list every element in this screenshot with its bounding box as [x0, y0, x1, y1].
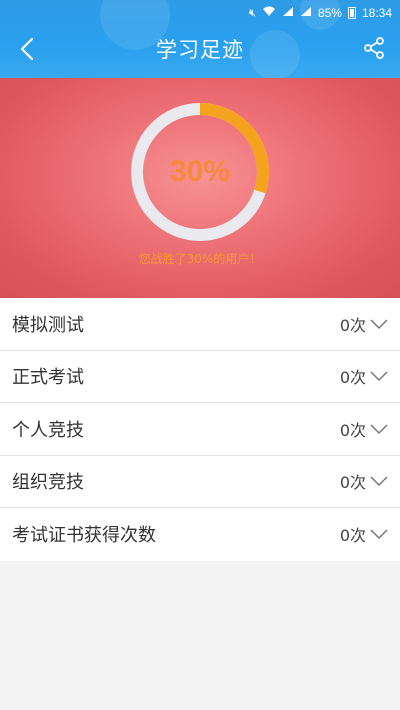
list-item-formal-exam[interactable]: 正式考试 0次 [0, 351, 400, 403]
signal-3g-icon [282, 6, 294, 20]
chevron-down-icon [370, 424, 388, 434]
list-item-label: 正式考试 [12, 367, 84, 389]
chevron-down-icon [370, 476, 388, 487]
clock: 18:34 [361, 6, 392, 20]
status-bar: 🔇︎ 85% 18:34 [249, 4, 392, 22]
list-item-certificates[interactable]: 考试证书获得次数 0次 [0, 508, 400, 561]
wifi-icon [262, 6, 276, 20]
list-item-count: 0次 [339, 526, 366, 546]
list-item-value: 0次 [340, 469, 388, 493]
chevron-down-icon [370, 371, 388, 382]
list-item-value: 0次 [340, 364, 388, 388]
progress-percent: 30% [169, 155, 231, 188]
mute-icon: 🔇︎ [249, 6, 256, 19]
list-item-count: 0次 [339, 473, 366, 493]
chevron-down-icon [370, 529, 388, 540]
share-button[interactable] [360, 34, 388, 62]
list-item-value: 0次 [340, 522, 388, 546]
list-item-label: 模拟测试 [12, 314, 84, 336]
list-item-value: 0次 [340, 417, 388, 441]
signal-4g-icon [300, 6, 312, 20]
battery-icon [347, 7, 356, 19]
list-item-count: 0次 [339, 315, 366, 335]
battery-percent: 85% [317, 6, 342, 20]
list-item-mock-test[interactable]: 模拟测试 0次 [0, 298, 400, 351]
chevron-down-icon [370, 319, 388, 329]
chevron-left-icon [20, 37, 34, 61]
stats-list: 模拟测试 0次 正式考试 0次 个人竞技 0次 组织竞技 0次 考试证书获得次数… [0, 298, 400, 561]
beat-users-text: 您战胜了30%的用户！ [138, 252, 262, 266]
list-item-count: 0次 [339, 368, 366, 388]
progress-panel: 30% 您战胜了30%的用户！ [0, 78, 400, 298]
list-item-label: 考试证书获得次数 [12, 525, 156, 547]
list-item-value: 0次 [340, 312, 388, 336]
list-item-count: 0次 [339, 420, 366, 440]
list-item-label: 组织竞技 [12, 472, 84, 494]
app-header: 🔇︎ 85% 18:34 学习足迹 [0, 0, 400, 78]
back-button[interactable] [14, 36, 40, 62]
list-item-label: 个人竞技 [12, 419, 84, 441]
page-title: 学习足迹 [156, 38, 244, 62]
list-item-org-contest[interactable]: 组织竞技 0次 [0, 456, 400, 508]
nav-bar: 学习足迹 [0, 24, 400, 74]
list-item-individual-contest[interactable]: 个人竞技 0次 [0, 403, 400, 456]
share-icon [364, 37, 384, 59]
progress-ring: 30% [128, 100, 272, 244]
